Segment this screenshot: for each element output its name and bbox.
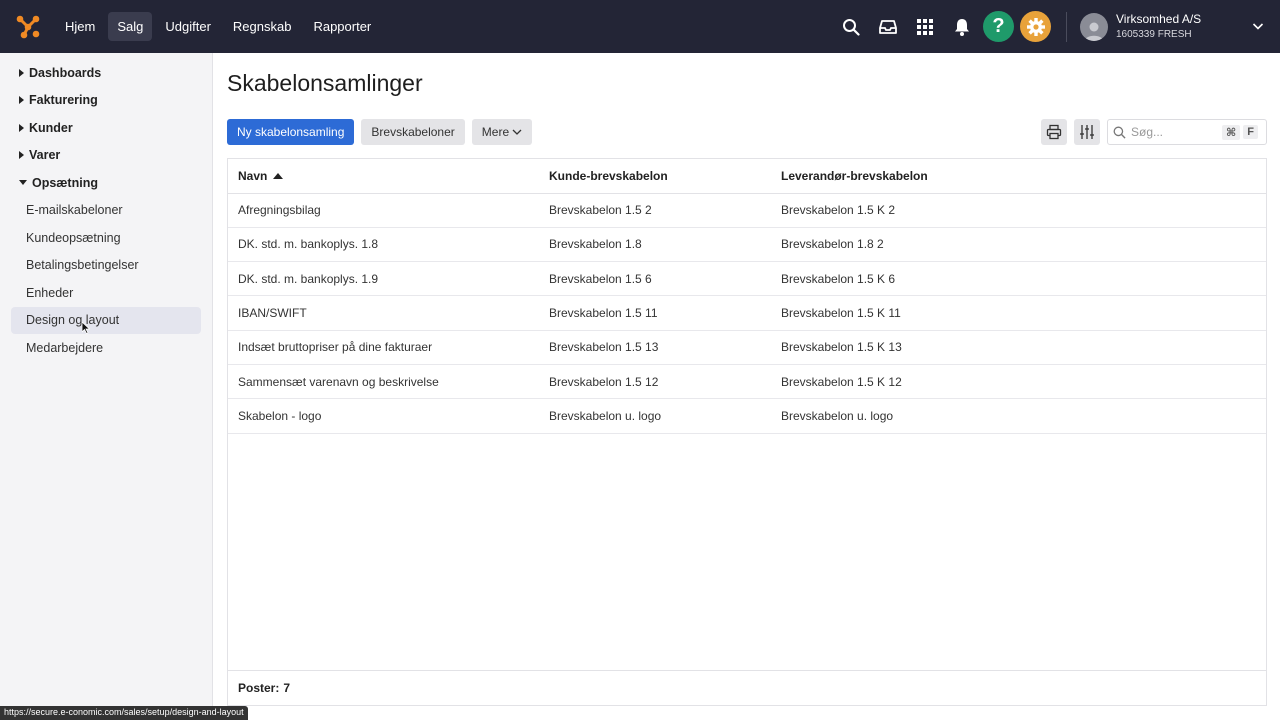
table-row[interactable]: DK. std. m. bankoplys. 1.8 Brevskabelon 1… — [228, 227, 1266, 263]
sidebar-item-units[interactable]: Enheder — [11, 279, 201, 307]
cell-name: Sammensæt varenavn og beskrivelse — [228, 364, 539, 400]
record-count: 7 — [283, 681, 291, 695]
inbox-icon[interactable] — [869, 0, 906, 53]
nav-regnskab[interactable]: Regnskab — [224, 12, 301, 41]
caret-right-icon — [19, 68, 24, 77]
cell-customer-template: Brevskabelon 1.5 12 — [539, 364, 771, 400]
main-content: Skabelonsamlinger Ny skabelonsamling Bre… — [213, 53, 1280, 720]
cell-customer-template: Brevskabelon 1.5 13 — [539, 330, 771, 365]
sidebar-group-dashboards[interactable]: Dashboards — [0, 59, 212, 87]
sidebar-group-opsaetning[interactable]: Opsætning — [0, 169, 212, 197]
cell-supplier-template: Brevskabelon 1.8 2 — [771, 227, 1266, 263]
cell-customer-template: Brevskabelon 1.5 2 — [539, 193, 771, 228]
shortcut-key-f: F — [1243, 125, 1258, 139]
help-button[interactable]: ? — [983, 11, 1014, 42]
table-row[interactable]: IBAN/SWIFT Brevskabelon 1.5 11 Brevskabelo… — [228, 295, 1266, 331]
new-template-collection-button[interactable]: Ny skabelonsamling — [227, 119, 355, 145]
record-count-label: Poster: — [238, 681, 280, 695]
printer-icon — [1046, 124, 1062, 140]
mouse-cursor-icon — [81, 321, 91, 337]
table-row[interactable]: Sammensæt varenavn og beskrivelse Brevska… — [228, 364, 1266, 400]
cell-customer-template: Brevskabelon 1.5 11 — [539, 295, 771, 331]
cell-supplier-template: Brevskabelon 1.5 K 12 — [771, 364, 1266, 400]
page-title: Skabelonsamlinger — [227, 70, 423, 96]
cell-supplier-template: Brevskabelon 1.5 K 11 — [771, 295, 1266, 331]
column-settings-button[interactable] — [1074, 119, 1100, 145]
cell-name: DK. std. m. bankoplys. 1.9 — [228, 261, 539, 297]
toolbar: Ny skabelonsamling Brevskabeloner Mere — [227, 119, 533, 145]
nav-rapporter[interactable]: Rapporter — [304, 12, 380, 41]
main-nav: Hjem Salg Udgifter Regnskab Rapporter — [56, 12, 380, 41]
sidebar-item-customer-setup[interactable]: Kundeopsætning — [11, 224, 201, 252]
search-icon — [1113, 126, 1126, 139]
settings-button[interactable] — [1020, 11, 1051, 42]
apps-grid-icon[interactable] — [906, 0, 943, 53]
top-bar: Hjem Salg Udgifter Regnskab Rapporter ? — [0, 0, 1280, 53]
table-row[interactable]: Skabelon - logo Brevskabelon u. logo Brevs… — [228, 398, 1266, 434]
cell-customer-template: Brevskabelon 1.8 — [539, 227, 771, 263]
cell-name: Indsæt bruttopriser på dine fakturaer — [228, 330, 539, 365]
table-footer: Poster: 7 — [228, 670, 1266, 705]
sidebar-item-employees[interactable]: Medarbejdere — [11, 334, 201, 362]
letter-templates-button[interactable]: Brevskabeloner — [361, 119, 465, 145]
nav-udgifter[interactable]: Udgifter — [156, 12, 220, 41]
cell-name: Skabelon - logo — [228, 398, 539, 434]
bell-icon[interactable] — [943, 0, 980, 53]
sliders-icon — [1080, 125, 1094, 139]
shortcut-key-cmd: ⌘ — [1222, 124, 1241, 140]
table-row[interactable]: DK. std. m. bankoplys. 1.9 Brevskabelon 1… — [228, 261, 1266, 297]
column-header-supplier-template[interactable]: Leverandør-brevskabelon — [771, 159, 1266, 194]
cell-name: Afregningsbilag — [228, 193, 539, 228]
avatar — [1080, 12, 1108, 41]
sidebar-group-varer[interactable]: Varer — [0, 142, 212, 170]
search-box[interactable]: ⌘ F — [1107, 119, 1267, 145]
print-button[interactable] — [1041, 119, 1067, 145]
account-menu[interactable]: Virksomhed A/S 1605339 FRESH — [1080, 0, 1280, 53]
caret-down-icon — [19, 180, 27, 186]
sort-ascending-icon — [273, 172, 284, 179]
caret-right-icon — [19, 151, 24, 160]
cell-supplier-template: Brevskabelon 1.5 K 6 — [771, 261, 1266, 297]
cell-name: DK. std. m. bankoplys. 1.8 — [228, 227, 539, 263]
cell-customer-template: Brevskabelon u. logo — [539, 398, 771, 434]
cell-supplier-template: Brevskabelon 1.5 K 2 — [771, 193, 1266, 228]
cell-name: IBAN/SWIFT — [228, 295, 539, 331]
search-input[interactable] — [1131, 125, 1219, 139]
cell-supplier-template: Brevskabelon u. logo — [771, 398, 1266, 434]
sidebar: Dashboards Fakturering Kunder Varer Opsæ… — [0, 53, 213, 720]
table-row[interactable]: Indsæt bruttopriser på dine fakturaer Bre… — [228, 330, 1266, 365]
search-icon[interactable] — [832, 0, 869, 53]
nav-salg[interactable]: Salg — [108, 12, 153, 41]
sidebar-group-fakturering[interactable]: Fakturering — [0, 87, 212, 115]
sidebar-item-payment-terms[interactable]: Betalingsbetingelser — [11, 252, 201, 280]
table-row[interactable]: Afregningsbilag Brevskabelon 1.5 2 Brevska… — [228, 193, 1266, 228]
column-header-customer-template[interactable]: Kunde-brevskabelon — [539, 159, 771, 194]
nav-hjem[interactable]: Hjem — [56, 12, 104, 41]
logo-icon — [16, 15, 40, 38]
chevron-down-icon[interactable] — [1252, 20, 1264, 35]
account-id: 1605339 FRESH — [1116, 28, 1192, 40]
cell-supplier-template: Brevskabelon 1.5 K 13 — [771, 330, 1266, 365]
sidebar-item-email-templates[interactable]: E-mailskabeloner — [11, 197, 201, 225]
caret-right-icon — [19, 123, 24, 132]
app-logo[interactable] — [0, 0, 56, 53]
chevron-down-icon — [512, 129, 522, 135]
caret-right-icon — [19, 96, 24, 105]
templates-table: Navn Kunde-brevskabelon Leverandør-brevs… — [227, 158, 1267, 706]
cell-customer-template: Brevskabelon 1.5 6 — [539, 261, 771, 297]
sidebar-group-kunder[interactable]: Kunder — [0, 114, 212, 142]
account-name: Virksomhed A/S — [1116, 11, 1202, 26]
status-url: https://secure.e-conomic.com/sales/setup… — [0, 706, 248, 720]
column-header-name[interactable]: Navn — [228, 159, 539, 194]
sidebar-item-design-layout[interactable]: Design og layout — [11, 306, 201, 334]
topbar-divider — [1066, 11, 1067, 42]
more-button[interactable]: Mere — [471, 119, 533, 145]
gear-icon — [1026, 17, 1045, 36]
